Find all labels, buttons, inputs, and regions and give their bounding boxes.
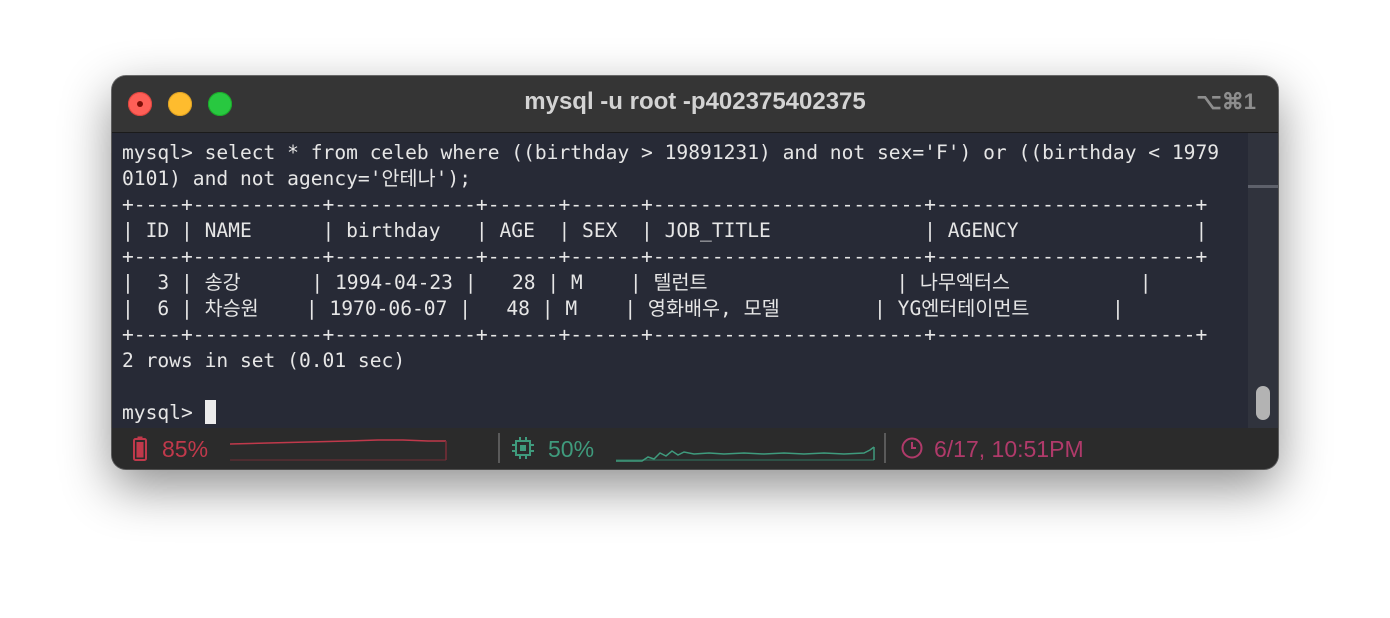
clock-icon <box>901 437 923 459</box>
scroll-marker <box>1248 185 1278 188</box>
battery-percent: 85% <box>162 436 209 462</box>
table-row: | 6 | 차승원 | 1970-06-07 | 48 | M | 영화배우, … <box>122 297 1124 320</box>
table-border: +----+-----------+------------+------+--… <box>122 323 1208 346</box>
battery-segment: 85% <box>112 428 498 469</box>
table-border: +----+-----------+------------+------+--… <box>122 193 1208 216</box>
terminal-output[interactable]: mysql> select * from celeb where ((birth… <box>112 133 1248 428</box>
cpu-percent: 50% <box>548 436 595 462</box>
window-shortcut: ⌥⌘1 <box>1196 89 1256 114</box>
window-title: mysql -u root -p402375402375 <box>524 88 866 115</box>
status-bar: 85% 50% 6/17, 10:51PM <box>112 428 1278 469</box>
battery-graph <box>229 439 447 461</box>
table-row: | 3 | 송강 | 1994-04-23 | 28 | M | 텔런트 | 나… <box>122 271 1152 294</box>
cpu-icon <box>512 437 534 459</box>
prompt-line[interactable]: mysql> <box>122 400 216 426</box>
cpu-segment: 50% <box>500 428 884 469</box>
text-cursor <box>204 400 216 424</box>
result-summary: 2 rows in set (0.01 sec) <box>122 349 406 372</box>
terminal-line: mysql> select * from celeb where ((birth… <box>122 141 1220 164</box>
terminal-line: 0101) and not agency='안테나'); <box>122 167 471 190</box>
cpu-graph <box>616 446 875 462</box>
vertical-scrollbar[interactable] <box>1248 133 1278 428</box>
table-header-row: | ID | NAME | birthday | AGE | SEX | JOB… <box>122 219 1208 242</box>
battery-icon <box>133 436 147 461</box>
clock-segment: 6/17, 10:51PM <box>886 428 1278 469</box>
table-border: +----+-----------+------------+------+--… <box>122 245 1208 268</box>
prompt-text: mysql> <box>122 401 205 424</box>
clock-text: 6/17, 10:51PM <box>934 436 1084 462</box>
terminal-window: mysql -u root -p402375402375 ⌥⌘1 mysql> … <box>112 76 1278 469</box>
scrollbar-thumb[interactable] <box>1256 386 1270 420</box>
title-bar: mysql -u root -p402375402375 ⌥⌘1 <box>112 76 1278 133</box>
